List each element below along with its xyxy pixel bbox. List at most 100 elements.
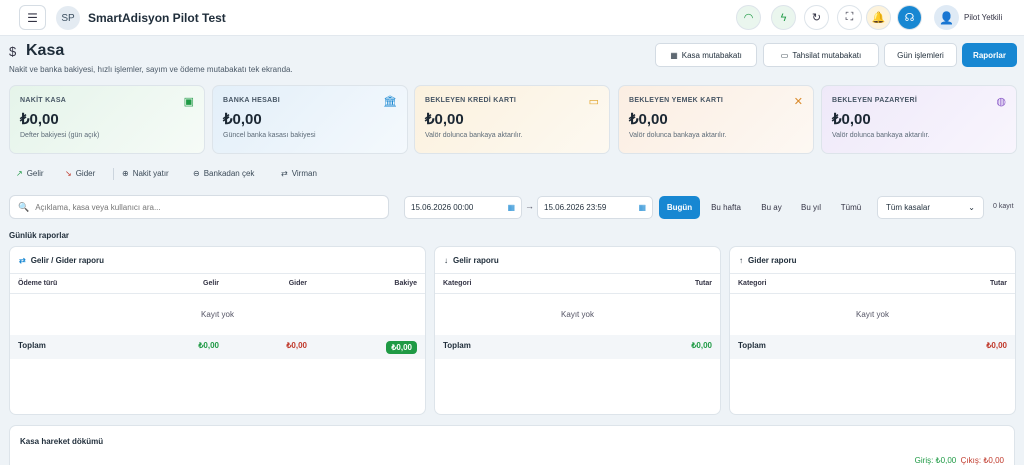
headset-button[interactable]: ☊	[897, 5, 922, 30]
card-value: ₺0,00	[20, 111, 59, 128]
range-tumu[interactable]: Tümü	[835, 196, 867, 219]
panel-title: Gider raporu	[748, 255, 797, 265]
divider	[113, 168, 114, 180]
panel-title: Gelir / Gider raporu	[30, 255, 105, 265]
calendar-icon[interactable]: ▦	[638, 203, 646, 212]
user-name[interactable]: Pilot Yetkili	[964, 13, 1002, 22]
nakit-yatir-action[interactable]: ⊕ Nakit yatır	[122, 169, 169, 178]
fullscreen-icon: ⛶	[845, 11, 854, 23]
gider-label: Gider	[75, 169, 96, 178]
top-bar: ☰ SP SmartAdisyon Pilot Test ◠ ϟ ↻ ⛶ 🔔 ☊ 👤 Pi…	[0, 0, 1024, 36]
col-kategori: Kategori	[738, 280, 767, 287]
chevron-down-icon: ⌄	[968, 203, 975, 212]
page-title: Kasa	[26, 42, 65, 59]
gider-panel: ↑ Gider raporu Kategori Tutar Kayıt yok T…	[729, 246, 1016, 415]
kasa-mutabakati-label: Kasa mutabakatı	[681, 50, 742, 60]
bolt-button[interactable]: ϟ	[771, 5, 796, 30]
card-value: ₺0,00	[629, 111, 668, 128]
bankadan-cek-action[interactable]: ⊖ Bankadan çek	[193, 169, 254, 178]
total-value: ₺0,00	[691, 341, 712, 350]
fullscreen-button[interactable]: ⛶	[837, 5, 862, 30]
arrow-up-icon: ↑	[739, 255, 743, 265]
card-title: BEKLEYEN KREDİ KARTI	[425, 97, 517, 104]
date-to-field[interactable]: 15.06.2026 23:59 ▦	[537, 196, 653, 219]
range-bugun[interactable]: Bugün	[659, 196, 700, 219]
arrow-right-icon: →	[525, 201, 534, 211]
table-header: Ödeme türü Gelir Gider Bakiye	[10, 274, 425, 294]
summary-card: BEKLEYEN KREDİ KARTI ₺0,00 Valör dolunca b…	[414, 85, 610, 154]
tahsilat-mutabakati-button[interactable]: ▭ Tahsilat mutabakatı	[763, 43, 879, 67]
search-box[interactable]: 🔍	[9, 195, 389, 219]
empty-state: Kayıt yok	[856, 310, 889, 319]
kasa-select[interactable]: Tüm kasalar ⌄	[877, 196, 984, 219]
card-title: BEKLEYEN YEMEK KARTI	[629, 97, 724, 104]
empty-state: Kayıt yok	[201, 310, 234, 319]
bell-icon: 🔔	[871, 12, 886, 24]
kasa-select-value: Tüm kasalar	[886, 203, 931, 212]
summary-card: BANKA HESABI ₺0,00 Güncel banka kasası bak…	[212, 85, 408, 154]
total-gelir: ₺0,00	[198, 341, 219, 350]
range-bu-hafta[interactable]: Bu hafta	[704, 196, 748, 219]
total-value: ₺0,00	[986, 341, 1007, 350]
app-title: SmartAdisyon Pilot Test	[88, 11, 226, 25]
section-title: Günlük raporlar	[9, 231, 70, 240]
range-bu-yil[interactable]: Bu yıl	[794, 196, 828, 219]
card-icon: ▭	[588, 96, 599, 108]
giris-total: Giriş: ₺0,00	[914, 456, 957, 465]
col-gelir: Gelir	[203, 280, 219, 287]
refresh-button[interactable]: ↻	[804, 5, 829, 30]
refresh-icon: ↻	[811, 12, 822, 24]
card-description: Defter bakiyesi (gün açık)	[20, 132, 100, 139]
card-icon: 🏛	[383, 96, 397, 108]
col-kategori: Kategori	[443, 280, 472, 287]
gider-action[interactable]: ↘ Gider	[65, 169, 95, 178]
card-value: ₺0,00	[223, 111, 262, 128]
kasa-mutabakati-button[interactable]: ▦ Kasa mutabakatı	[655, 43, 757, 67]
bell-button[interactable]: 🔔	[866, 5, 891, 30]
calendar-icon[interactable]: ▦	[507, 203, 515, 212]
search-input[interactable]	[35, 202, 376, 212]
card-description: Valör dolunca bankaya aktarılır.	[629, 132, 727, 139]
raporlar-button[interactable]: Raporlar	[962, 43, 1017, 67]
gelir-action[interactable]: ↗ Gelir	[16, 169, 44, 178]
table-header: Kategori Tutar	[435, 274, 720, 294]
wifi-button[interactable]: ◠	[736, 5, 761, 30]
card-title: BANKA HESABI	[223, 97, 281, 104]
plus-circle-icon: ⊕	[122, 169, 129, 178]
card-icon: ◍	[996, 96, 1006, 108]
card-description: Valör dolunca bankaya aktarılır.	[425, 132, 523, 139]
app-avatar: SP	[56, 6, 80, 30]
cikis-total: Çıkış: ₺0,00	[960, 456, 1004, 465]
transfer-icon: ⇄	[281, 169, 288, 178]
range-bu-ay[interactable]: Bu ay	[755, 196, 788, 219]
headset-icon: ☊	[904, 12, 915, 24]
col-gider: Gider	[288, 280, 307, 287]
card-icon: ▭	[780, 50, 789, 60]
card-title: NAKİT KASA	[20, 97, 67, 104]
arrow-down-icon: ↓	[444, 255, 448, 265]
dollar-icon: $	[9, 44, 17, 59]
card-title: BEKLEYEN PAZARYERİ	[832, 97, 918, 104]
date-from-value: 15.06.2026 00:00	[411, 203, 474, 212]
gun-islemleri-button[interactable]: Gün işlemleri	[884, 43, 957, 67]
user-avatar[interactable]: 👤	[934, 5, 959, 30]
col-bakiye: Bakiye	[394, 280, 417, 287]
virman-action[interactable]: ⇄ Virman	[281, 169, 317, 178]
total-gider: ₺0,00	[286, 341, 307, 350]
empty-state: Kayıt yok	[561, 310, 594, 319]
total-label: Toplam	[443, 341, 471, 350]
date-from-field[interactable]: 15.06.2026 00:00 ▦	[404, 196, 522, 219]
panel-header: ⇄ Gelir / Gider raporu	[10, 247, 425, 274]
total-row: Toplam ₺0,00	[435, 335, 720, 359]
date-to-value: 15.06.2026 23:59	[544, 203, 607, 212]
trend-down-icon: ↘	[65, 169, 72, 178]
panel-header: ↑ Gider raporu	[730, 247, 1015, 274]
card-description: Valör dolunca bankaya aktarılır.	[832, 132, 930, 139]
dokum-title: Kasa hareket dökümü	[20, 437, 104, 446]
table-header: Kategori Tutar	[730, 274, 1015, 294]
swap-icon: ⇄	[19, 255, 26, 265]
wifi-icon: ◠	[743, 12, 754, 24]
summary-card: BEKLEYEN PAZARYERİ ₺0,00 Valör dolunca ban…	[821, 85, 1017, 154]
menu-button[interactable]: ☰	[19, 5, 46, 30]
total-bakiye-badge: ₺0,00	[386, 341, 417, 354]
